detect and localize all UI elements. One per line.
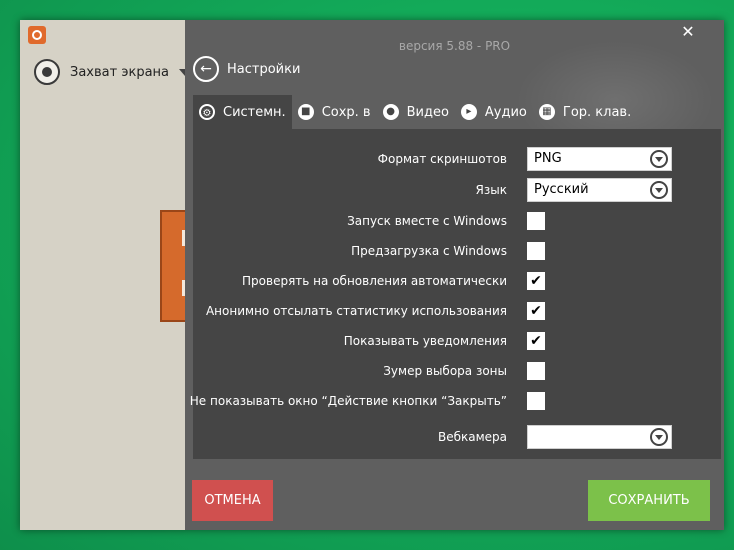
setting-label: Предзагрузка с Windows	[351, 244, 507, 258]
tab-hotkeys[interactable]: ▦ Гор. клав.	[533, 95, 637, 129]
speaker-icon: ▸	[460, 104, 477, 120]
folder-icon: ■	[297, 104, 314, 120]
usage-stats-checkbox[interactable]: ✔	[527, 302, 545, 320]
settings-tabs: ⚙ Системн. ■ Сохр. в ● Видео ▸ Аудио ▦ Г…	[193, 95, 637, 129]
language-row: Язык Русский	[193, 178, 721, 202]
save-button[interactable]: СОХРАНИТЬ	[588, 480, 710, 521]
notifications-row: Показывать уведомления ✔	[193, 329, 721, 353]
auto-update-checkbox[interactable]: ✔	[527, 272, 545, 290]
close-dialog-checkbox[interactable]	[527, 392, 545, 410]
setting-label: Язык	[475, 183, 507, 197]
close-dialog-row: Не показывать окно “Действие кнопки “Зак…	[189, 389, 721, 413]
setting-label: Анонимно отсылать статистику использован…	[205, 304, 507, 318]
setting-label: Вебкамера	[437, 430, 507, 444]
settings-title: Настройки	[227, 61, 301, 77]
setting-label: Показывать уведомления	[343, 334, 507, 348]
tab-label: Системн.	[223, 104, 286, 120]
setting-label: Запуск вместе с Windows	[347, 214, 507, 228]
webcam-row: Вебкамера	[193, 425, 721, 449]
arrow-left-icon: ←	[193, 56, 219, 82]
setting-label: Проверять на обновления автоматически	[242, 274, 507, 288]
cancel-button[interactable]: ОТМЕНА	[192, 480, 273, 521]
capture-screen-label: Захват экрана	[70, 64, 169, 80]
zoom-checkbox[interactable]	[527, 362, 545, 380]
tab-system[interactable]: ⚙ Системн.	[193, 95, 292, 129]
select-value: PNG	[534, 151, 562, 166]
tab-label: Гор. клав.	[562, 104, 632, 120]
back-button[interactable]: ← Настройки	[193, 56, 300, 82]
tab-video[interactable]: ● Видео	[377, 95, 455, 129]
setting-label: Формат скриншотов	[377, 152, 507, 166]
autostart-row: Запуск вместе с Windows	[193, 209, 721, 233]
settings-panel: версия 5.88 - PRO ✕ ← Настройки ⚙ Систем…	[185, 20, 724, 530]
record-icon	[34, 59, 60, 85]
app-logo-icon	[28, 26, 46, 44]
dialog-footer: ОТМЕНА СОХРАНИТЬ	[185, 463, 724, 530]
webcam-select[interactable]	[527, 425, 672, 449]
gear-icon: ⚙	[199, 104, 215, 120]
version-label: версия 5.88 - PRO	[398, 39, 511, 53]
language-select[interactable]: Русский	[527, 178, 672, 202]
tab-save-to[interactable]: ■ Сохр. в	[292, 95, 377, 129]
select-value: Русский	[534, 182, 589, 197]
tab-label: Сохр. в	[321, 104, 371, 120]
autostart-checkbox[interactable]	[527, 212, 545, 230]
preload-row: Предзагрузка с Windows	[193, 239, 721, 263]
screenshot-format-row: Формат скриншотов PNG	[193, 147, 721, 171]
preload-checkbox[interactable]	[527, 242, 545, 260]
notifications-checkbox[interactable]: ✔	[527, 332, 545, 350]
usage-stats-row: Анонимно отсылать статистику использован…	[193, 299, 721, 323]
capture-screen-button[interactable]: Захват экрана	[34, 56, 191, 88]
tab-label: Аудио	[484, 104, 527, 120]
setting-label: Зумер выбора зоны	[383, 364, 507, 378]
chevron-down-icon	[650, 181, 668, 199]
screenshot-format-select[interactable]: PNG	[527, 147, 672, 171]
chevron-down-icon	[650, 428, 668, 446]
app-window: Захват экрана версия 5.88 - PRO ✕ ← Наст…	[20, 20, 724, 530]
keyboard-icon: ▦	[538, 104, 555, 120]
system-settings-content: Формат скриншотов PNG Язык Русский Запус…	[189, 129, 721, 459]
tab-label: Видео	[406, 104, 449, 120]
close-icon[interactable]: ✕	[678, 22, 698, 42]
setting-label: Не показывать окно “Действие кнопки “Зак…	[189, 394, 507, 408]
tab-audio[interactable]: ▸ Аудио	[455, 95, 533, 129]
record-icon: ●	[382, 104, 399, 120]
chevron-down-icon	[650, 150, 668, 168]
auto-update-row: Проверять на обновления автоматически ✔	[193, 269, 721, 293]
zoom-row: Зумер выбора зоны	[193, 359, 721, 383]
